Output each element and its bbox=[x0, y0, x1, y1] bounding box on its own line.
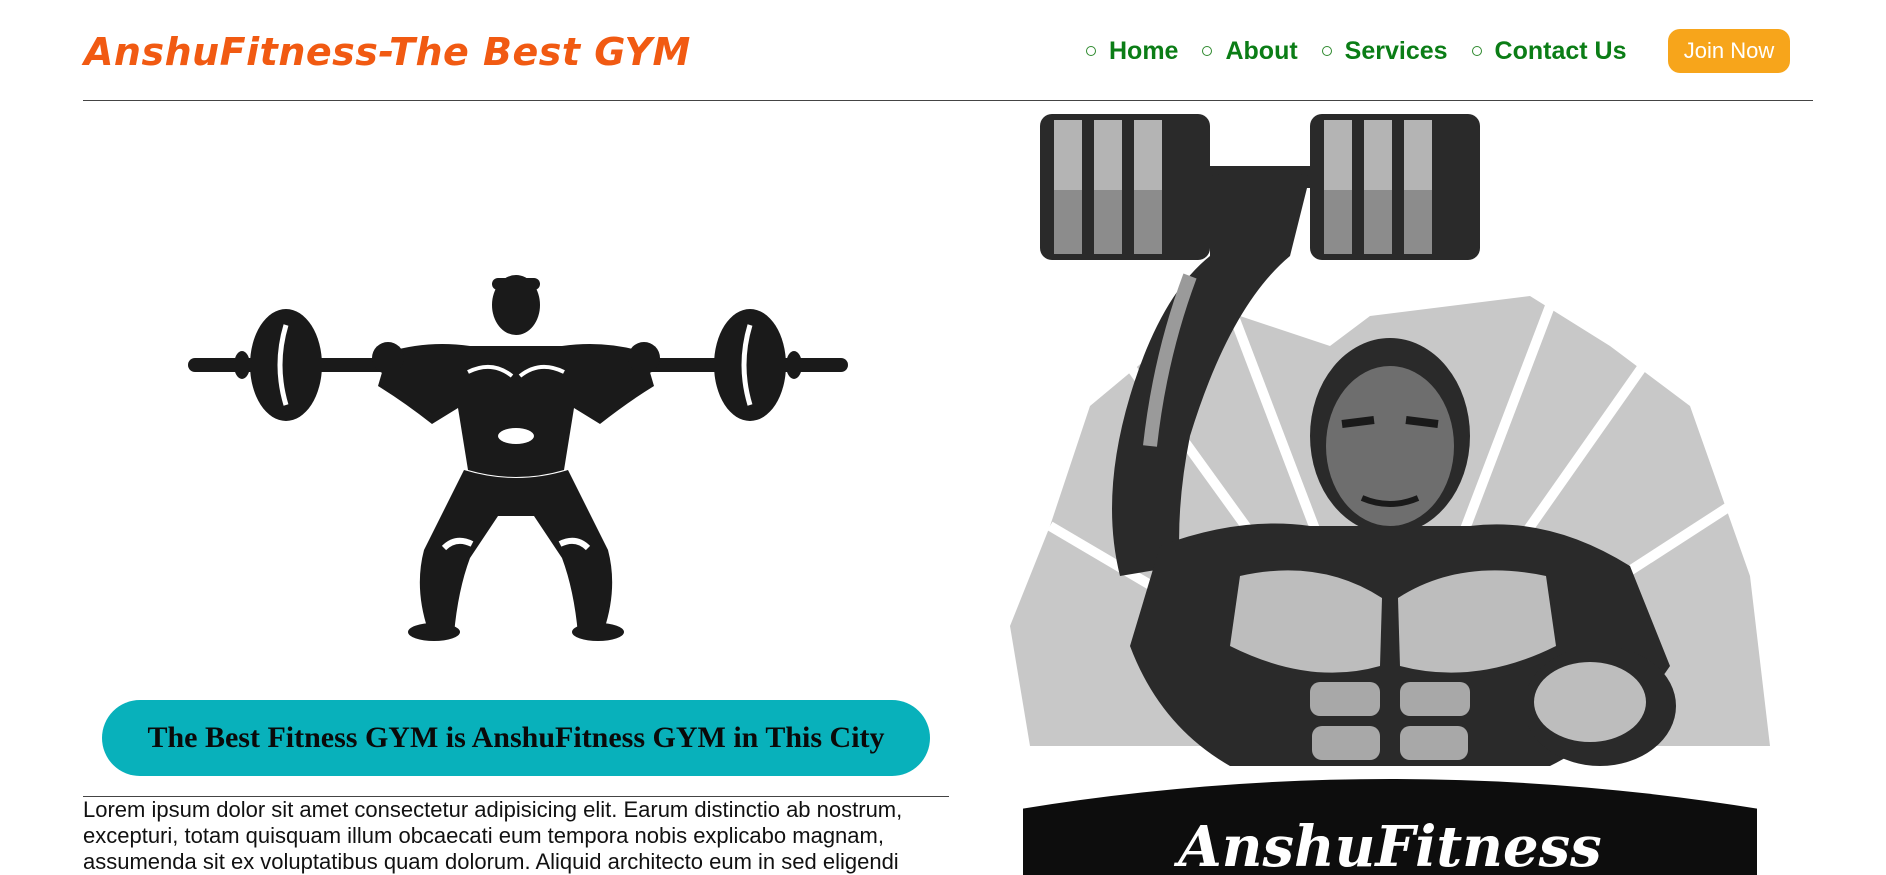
nav-item-home[interactable]: Home bbox=[1086, 36, 1178, 66]
nav-bullet-icon bbox=[1321, 46, 1332, 56]
hero-description: Lorem ipsum dolor sit amet consectetur a… bbox=[83, 797, 903, 874]
nav-link-services[interactable]: Services bbox=[1345, 36, 1448, 66]
nav-bullet-icon bbox=[1202, 46, 1213, 56]
nav-item-contact[interactable]: Contact Us bbox=[1471, 36, 1627, 66]
brand-title[interactable]: AnshuFitness-The Best GYM bbox=[84, 28, 691, 76]
main-nav: Home About Services Contact Us bbox=[1086, 36, 1627, 66]
nav-item-about[interactable]: About bbox=[1202, 36, 1298, 66]
nav-link-about[interactable]: About bbox=[1225, 36, 1297, 66]
nav-bullet-icon bbox=[1086, 46, 1096, 56]
nav-bullet-icon bbox=[1471, 46, 1482, 56]
bodybuilder-dumbbell-logo: AnshuFitness bbox=[1010, 114, 1770, 875]
hero-tagline: The Best Fitness GYM is AnshuFitness GYM… bbox=[102, 700, 930, 776]
header-divider bbox=[83, 100, 1813, 101]
nav-link-home[interactable]: Home bbox=[1109, 36, 1178, 66]
weightlifter-barbell-icon bbox=[188, 275, 848, 641]
nav-item-services[interactable]: Services bbox=[1321, 36, 1448, 66]
nav-link-contact[interactable]: Contact Us bbox=[1495, 36, 1627, 66]
logo-banner-text: AnshuFitness bbox=[1173, 814, 1601, 875]
join-now-button[interactable]: Join Now bbox=[1668, 29, 1790, 73]
